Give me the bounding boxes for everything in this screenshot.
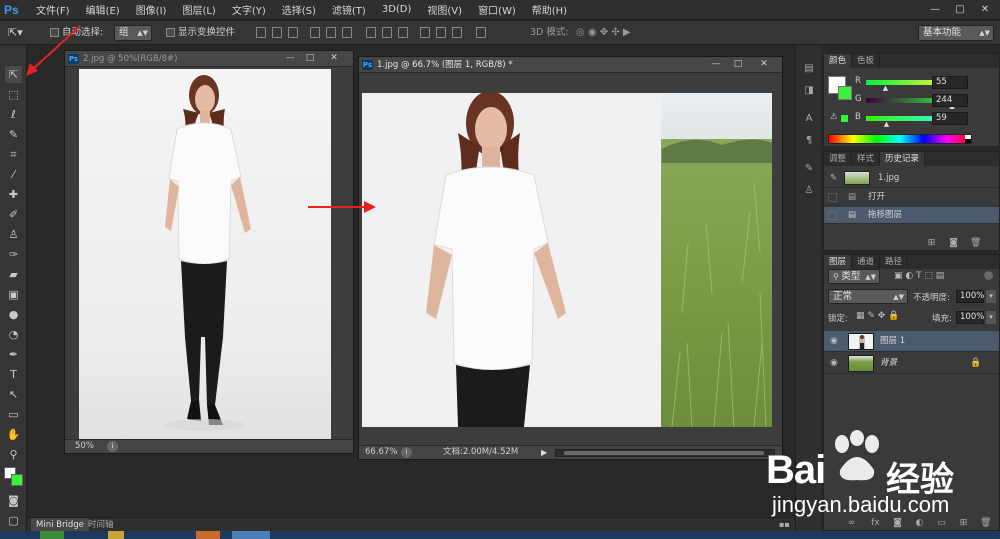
arrow-to-right-document (308, 201, 376, 213)
watermark-brand-latin: Bai (766, 448, 826, 492)
watermark-url: jingyan.baidu.com (772, 492, 950, 517)
baidu-jingyan-watermark: Bai 经验 jingyan.baidu.com (758, 430, 998, 520)
arrow-to-move-tool (26, 25, 81, 76)
baidu-paw-logo (835, 430, 879, 481)
